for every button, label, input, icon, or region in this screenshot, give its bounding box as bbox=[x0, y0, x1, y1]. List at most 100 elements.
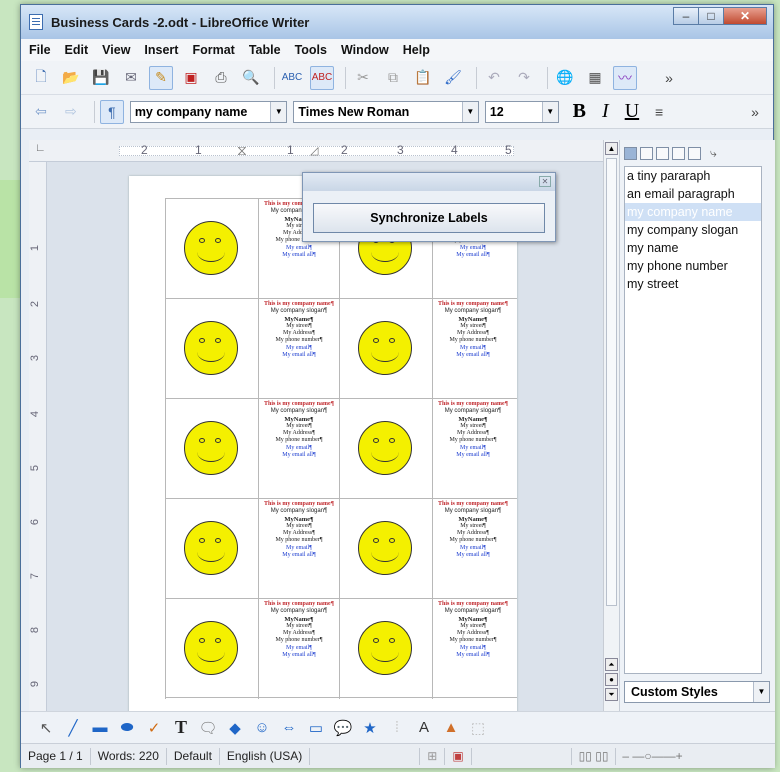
list-styles-icon[interactable] bbox=[688, 146, 701, 160]
insert-mode-icon[interactable]: ⊞ bbox=[420, 747, 446, 765]
callouts-icon[interactable]: 💬 bbox=[332, 717, 354, 739]
paste-icon[interactable]: 📋 bbox=[411, 66, 435, 90]
styles-list[interactable]: a tiny pararaph an email paragraph my co… bbox=[624, 166, 762, 674]
flowchart-icon[interactable]: ▭ bbox=[305, 717, 327, 739]
indent-marker-icon[interactable]: ⧖ bbox=[237, 142, 247, 159]
card-image-cell[interactable] bbox=[339, 299, 432, 399]
card-image-cell[interactable] bbox=[339, 399, 432, 499]
rectangle-icon[interactable]: ▬ bbox=[89, 717, 111, 739]
menu-format[interactable]: Format bbox=[192, 43, 234, 57]
font-size-select[interactable]: 12 ▼ bbox=[484, 100, 559, 123]
card-image-cell[interactable] bbox=[339, 599, 432, 699]
page-style[interactable]: Default bbox=[167, 747, 220, 765]
extrusion-icon[interactable]: ⬚ bbox=[467, 717, 489, 739]
menu-edit[interactable]: Edit bbox=[65, 43, 89, 57]
next-page-icon[interactable]: ⏷ bbox=[605, 688, 618, 701]
list-item[interactable]: my street bbox=[625, 275, 761, 293]
styles-formatting-icon[interactable]: ¶ bbox=[99, 99, 124, 124]
paragraph-style-select[interactable]: my company name ▼ bbox=[129, 100, 288, 123]
cut-icon[interactable]: ✂ bbox=[351, 66, 375, 90]
email-icon[interactable]: ✉ bbox=[119, 66, 143, 90]
clone-formatting-icon[interactable]: 🖌 bbox=[441, 66, 465, 90]
language[interactable]: English (USA) bbox=[220, 747, 311, 765]
card-image-cell[interactable] bbox=[165, 199, 258, 299]
card-text-cell[interactable]: This is my company name¶ My company slog… bbox=[258, 599, 339, 699]
navigate-back-icon[interactable]: ⇦ bbox=[29, 100, 53, 124]
block-arrows-icon[interactable]: ⇔ bbox=[278, 717, 300, 739]
right-indent-marker-icon[interactable]: ◿ bbox=[310, 144, 318, 157]
font-name-select[interactable]: Times New Roman ▼ bbox=[293, 100, 479, 123]
select-pointer-icon[interactable]: ↖ bbox=[35, 717, 57, 739]
page-styles-icon[interactable] bbox=[672, 146, 685, 160]
navigate-forward-icon[interactable]: ⇨ bbox=[59, 100, 83, 124]
previous-page-icon[interactable]: ⏶ bbox=[605, 658, 618, 671]
vertical-ruler[interactable]: 1 2 3 4 5 6 7 8 9 10 bbox=[29, 162, 47, 711]
close-icon[interactable]: ✕ bbox=[539, 176, 551, 187]
open-folder-icon[interactable]: 📂 bbox=[59, 66, 83, 90]
menu-insert[interactable]: Insert bbox=[144, 43, 178, 57]
character-styles-icon[interactable] bbox=[640, 146, 653, 160]
scrollbar-thumb[interactable] bbox=[606, 158, 617, 606]
insert-image-icon[interactable]: ▲ bbox=[440, 717, 462, 739]
list-item[interactable]: my name bbox=[625, 239, 761, 257]
zoom-slider[interactable]: – —○——+ bbox=[616, 749, 682, 763]
card-image-cell[interactable] bbox=[339, 499, 432, 599]
card-image-cell[interactable] bbox=[165, 499, 258, 599]
copy-icon[interactable]: ⧉ bbox=[381, 66, 405, 90]
menu-view[interactable]: View bbox=[102, 43, 130, 57]
synchronize-labels-button[interactable]: Synchronize Labels bbox=[313, 203, 545, 233]
edit-mode-icon[interactable]: ✎ bbox=[149, 65, 173, 90]
underline-button[interactable]: U bbox=[625, 100, 639, 123]
view-layout-icon[interactable]: ▯▯ ▯▯ bbox=[572, 747, 617, 765]
list-item[interactable]: an email paragraph bbox=[625, 185, 761, 203]
vertical-scrollbar[interactable]: ▲ ⏶ ● ⏷ bbox=[603, 140, 619, 711]
navigation-icon[interactable]: ● bbox=[605, 673, 618, 686]
card-text-cell[interactable]: This is my company name¶ My company slog… bbox=[258, 299, 339, 399]
callout-icon[interactable]: 🗨 bbox=[197, 717, 219, 739]
menu-window[interactable]: Window bbox=[341, 43, 389, 57]
card-text-cell[interactable]: This is my company name¶ My company slog… bbox=[432, 299, 513, 399]
bold-button[interactable]: B bbox=[573, 100, 586, 123]
symbol-shapes-icon[interactable]: ☺ bbox=[251, 717, 273, 739]
document-modified-icon[interactable]: ▣ bbox=[445, 747, 472, 765]
tab-stop-type-icon[interactable]: ∟ bbox=[35, 142, 46, 154]
frame-styles-icon[interactable] bbox=[656, 146, 669, 160]
card-text-cell[interactable]: This is my company name¶ My company slog… bbox=[432, 599, 513, 699]
draw-functions-icon[interactable]: 〰 bbox=[613, 65, 637, 90]
fill-format-icon[interactable]: ⤷ bbox=[710, 146, 717, 161]
paragraph-styles-icon[interactable] bbox=[624, 146, 637, 160]
italic-button[interactable]: I bbox=[602, 100, 609, 123]
export-pdf-icon[interactable]: ▣ bbox=[179, 66, 203, 90]
close-button[interactable]: ✕ bbox=[723, 7, 767, 25]
freeform-icon[interactable]: ✓ bbox=[143, 717, 165, 739]
card-text-cell[interactable]: This is my company name¶ My company slog… bbox=[432, 399, 513, 499]
minimize-button[interactable]: – bbox=[673, 7, 699, 25]
points-icon[interactable]: ⁞ bbox=[386, 717, 408, 739]
spellcheck-icon[interactable]: ABC bbox=[280, 66, 304, 90]
table-icon[interactable]: ▦ bbox=[583, 66, 607, 90]
list-item[interactable]: a tiny pararaph bbox=[625, 167, 761, 185]
toolbar-overflow-icon[interactable]: » bbox=[743, 100, 767, 124]
card-image-cell[interactable] bbox=[165, 399, 258, 499]
print-preview-icon[interactable]: 🔍 bbox=[239, 66, 263, 90]
list-item[interactable]: my company slogan bbox=[625, 221, 761, 239]
page-count[interactable]: Page 1 / 1 bbox=[21, 747, 91, 765]
print-icon[interactable]: ⎙ bbox=[209, 66, 233, 90]
card-text-cell[interactable]: This is my company name¶ My company slog… bbox=[258, 399, 339, 499]
card-image-cell[interactable] bbox=[165, 599, 258, 699]
menu-tools[interactable]: Tools bbox=[295, 43, 327, 57]
new-document-icon[interactable]: 🗋 bbox=[29, 66, 53, 90]
redo-icon[interactable]: ↷ bbox=[512, 66, 536, 90]
save-icon[interactable]: 💾 bbox=[89, 66, 113, 90]
card-image-cell[interactable] bbox=[165, 299, 258, 399]
card-text-cell[interactable]: This is my company name¶ My company slog… bbox=[258, 499, 339, 599]
text-box-icon[interactable]: T bbox=[170, 717, 192, 739]
maximize-button[interactable]: □ bbox=[698, 7, 724, 25]
ellipse-icon[interactable]: ⬬ bbox=[116, 717, 138, 739]
document-page[interactable]: This is my company name¶ My company slog… bbox=[129, 176, 517, 711]
menu-table[interactable]: Table bbox=[249, 43, 281, 57]
toolbar-overflow-icon[interactable]: » bbox=[657, 66, 681, 90]
hyperlink-icon[interactable]: 🌐 bbox=[553, 66, 577, 90]
list-item[interactable]: my company name bbox=[625, 203, 761, 221]
basic-shapes-icon[interactable]: ◆ bbox=[224, 717, 246, 739]
